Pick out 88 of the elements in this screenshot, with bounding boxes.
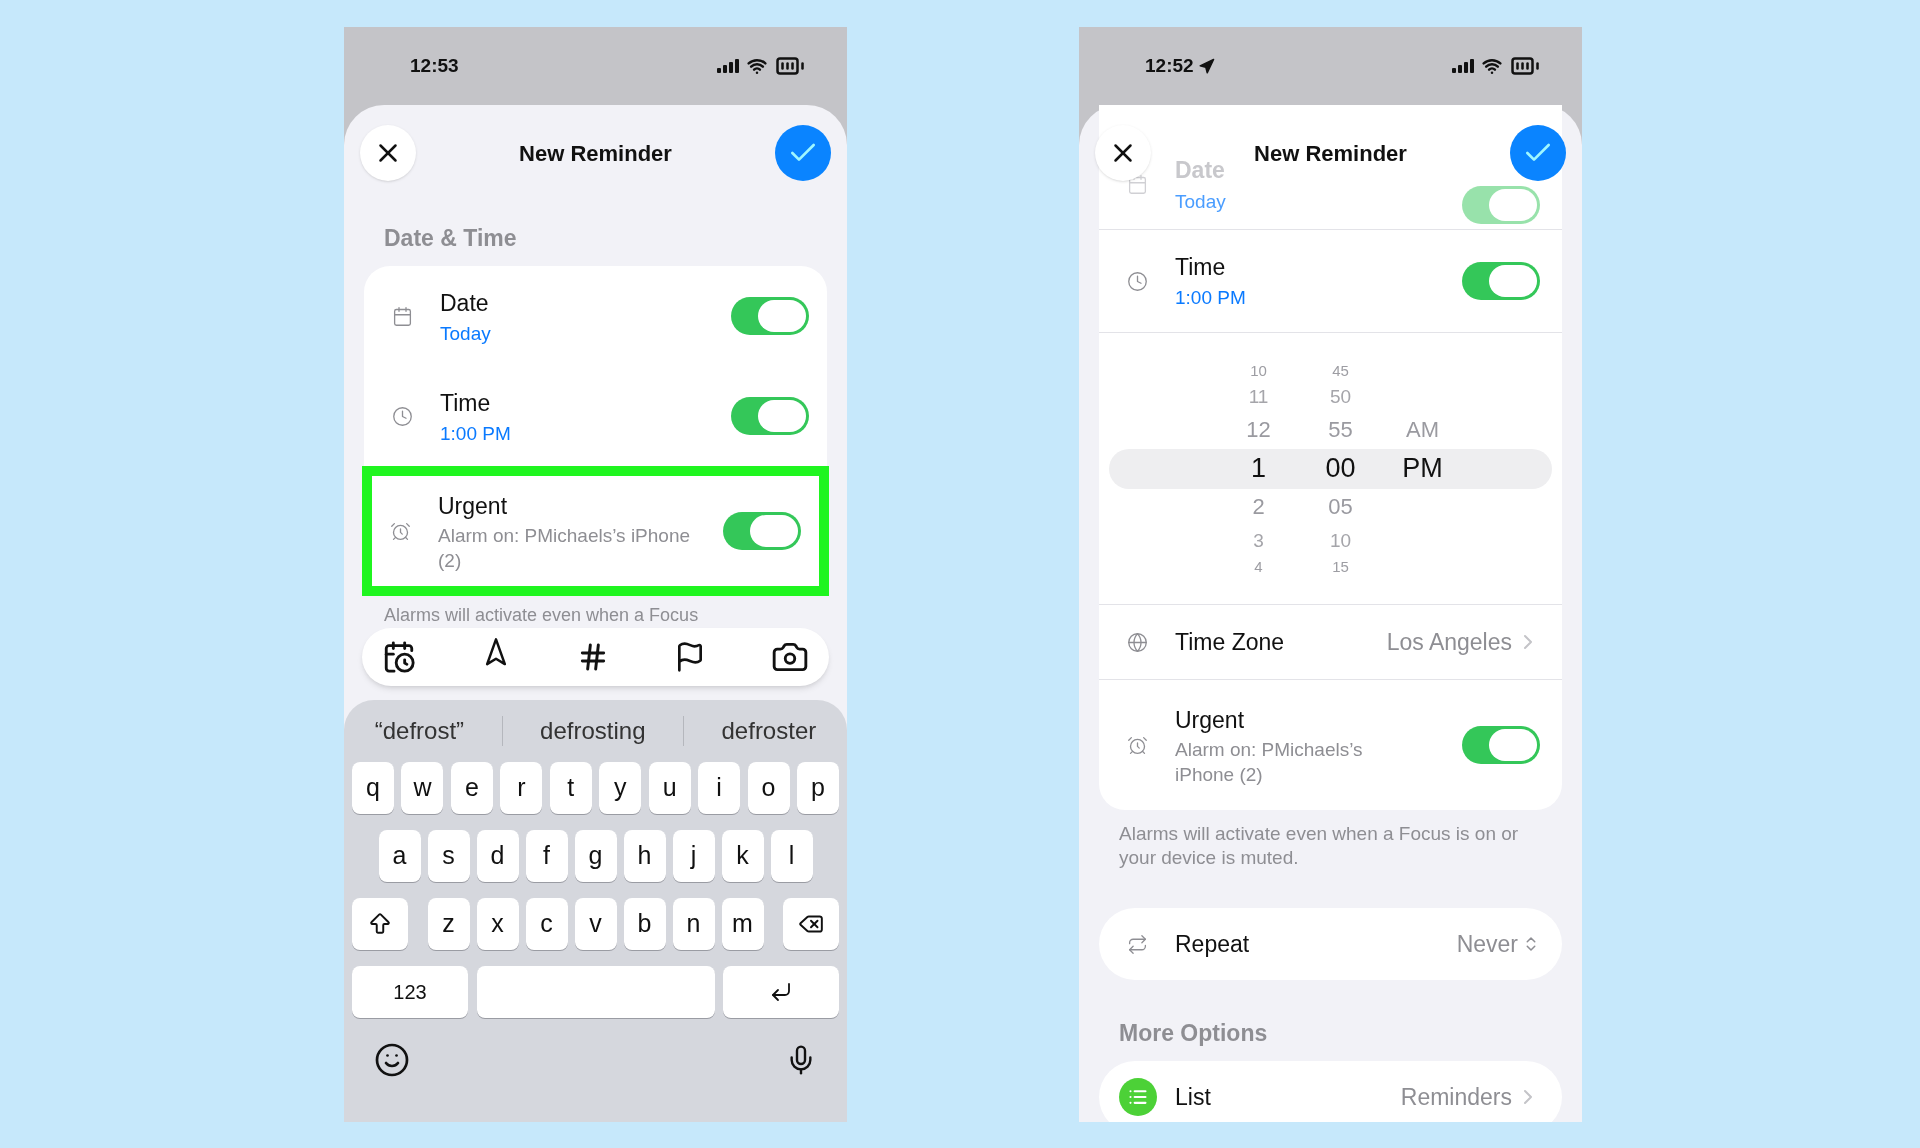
repeat-row[interactable]: Repeat Never xyxy=(1099,908,1562,980)
row-value: Today xyxy=(1175,189,1226,214)
row-value: 1:00 PM xyxy=(440,421,512,446)
keyboard-key[interactable]: c xyxy=(525,898,568,950)
row-label: Repeat xyxy=(1175,929,1251,959)
keyboard-key[interactable]: b xyxy=(623,898,666,950)
section-title: More Options xyxy=(1119,1020,1268,1046)
toggle-switch[interactable] xyxy=(1462,726,1540,764)
toggle-switch[interactable] xyxy=(731,397,809,435)
return-icon xyxy=(769,980,793,1004)
clock-icon xyxy=(1126,270,1148,292)
toggle-switch[interactable] xyxy=(723,512,801,550)
row-value: Alarm on: PMichaels’s iPhone (2) xyxy=(1175,738,1364,788)
toggle-switch[interactable] xyxy=(731,297,809,335)
keyboard-key[interactable]: k xyxy=(721,830,764,882)
picker-option[interactable]: 1 xyxy=(1251,455,1266,482)
sheet-title: New Reminder xyxy=(519,139,672,168)
picker-option[interactable]: PM xyxy=(1402,455,1443,482)
calendar-icon xyxy=(391,305,413,327)
time-zone-row[interactable]: Time Zone Los Angeles xyxy=(1099,605,1562,680)
row-label: Urgent xyxy=(438,491,509,521)
row-value: Alarm on: PMichaels’s iPhone (2) xyxy=(438,524,692,574)
repeat-icon xyxy=(1126,933,1148,955)
row-value: Los Angeles xyxy=(1386,627,1512,657)
emoji-icon[interactable] xyxy=(374,1042,410,1078)
keyboard-key[interactable]: r xyxy=(500,762,543,814)
backspace-key[interactable] xyxy=(783,898,839,950)
keyboard-key[interactable]: p xyxy=(796,762,839,814)
row-label: Date xyxy=(440,289,490,319)
keyboard-key[interactable]: u xyxy=(648,762,691,814)
keyboard-key[interactable]: o xyxy=(747,762,790,814)
keyboard-key[interactable]: h xyxy=(623,830,666,882)
shift-icon xyxy=(367,911,393,937)
section-title: Date & Time xyxy=(384,225,517,251)
keyboard-key[interactable]: a xyxy=(378,830,421,882)
row-label: List xyxy=(1175,1082,1212,1112)
keyboard-key[interactable]: s xyxy=(427,830,470,882)
alarm-clock-icon xyxy=(389,520,411,542)
list-icon xyxy=(1119,1078,1157,1116)
keyboard-key[interactable]: z xyxy=(427,898,470,950)
row-value: 1:00 PM xyxy=(1175,286,1247,310)
word-suggestion[interactable]: “defrost” xyxy=(366,713,473,749)
clock-icon xyxy=(391,405,413,427)
alarm-clock-icon xyxy=(1126,734,1148,756)
row-label: Time xyxy=(440,389,492,419)
toggle-switch[interactable] xyxy=(1462,262,1540,300)
keyboard-key[interactable]: l xyxy=(770,830,813,882)
keyboard-key[interactable]: g xyxy=(574,830,617,882)
numbers-key[interactable]: 123 xyxy=(352,966,468,1018)
keyboard-key[interactable]: d xyxy=(476,830,519,882)
list-row[interactable]: List Reminders xyxy=(1099,1061,1562,1122)
clock-time: 12:53 xyxy=(410,53,459,78)
calendar-clock-icon[interactable] xyxy=(382,640,416,674)
confirm-button[interactable] xyxy=(775,125,831,181)
calendar-icon xyxy=(1126,174,1148,195)
signal-icon xyxy=(1452,59,1474,73)
time-picker[interactable]: 10 11 12 1 2 3 4 45 50 55 00 05 10 15 AM PM xyxy=(1099,333,1562,605)
clock-time: 12:52 xyxy=(1145,53,1194,78)
row-label: Time xyxy=(1175,252,1227,282)
row-value: Never xyxy=(1456,929,1518,959)
keyboard-key[interactable]: q xyxy=(352,762,394,814)
row-label: Time Zone xyxy=(1175,627,1286,657)
keyboard-key[interactable]: v xyxy=(574,898,617,950)
keyboard-key[interactable]: e xyxy=(450,762,493,814)
keyboard-key[interactable]: i xyxy=(698,762,741,814)
close-button[interactable] xyxy=(360,125,416,181)
footnote-text: Alarms will activate even when a Focus is on or your device is muted. xyxy=(1119,822,1520,870)
picker-option[interactable]: 00 xyxy=(1325,455,1356,482)
signal-icon xyxy=(717,59,739,73)
keyboard-key[interactable]: w xyxy=(401,762,444,814)
keyboard-key[interactable]: f xyxy=(525,830,568,882)
shift-key[interactable] xyxy=(352,898,408,950)
wifi-icon xyxy=(1482,56,1502,76)
keyboard-key[interactable]: x xyxy=(476,898,519,950)
row-value: Today xyxy=(440,321,492,346)
keyboard-key[interactable]: t xyxy=(549,762,592,814)
word-suggestion[interactable]: defrosting xyxy=(532,713,654,749)
keyboard-key[interactable]: j xyxy=(672,830,715,882)
keyboard-key[interactable]: y xyxy=(599,762,642,814)
keyboard-key[interactable]: m xyxy=(721,898,764,950)
footnote-text: Alarms will activate even when a Focus xyxy=(384,605,699,625)
keyboard-key[interactable]: n xyxy=(672,898,715,950)
word-suggestion[interactable]: defroster xyxy=(713,713,825,749)
globe-icon xyxy=(1126,631,1148,653)
row-value: Reminders xyxy=(1400,1082,1512,1112)
row-label: Urgent xyxy=(1175,705,1246,735)
sheet-title: New Reminder xyxy=(1254,139,1407,168)
wifi-icon xyxy=(747,56,767,76)
